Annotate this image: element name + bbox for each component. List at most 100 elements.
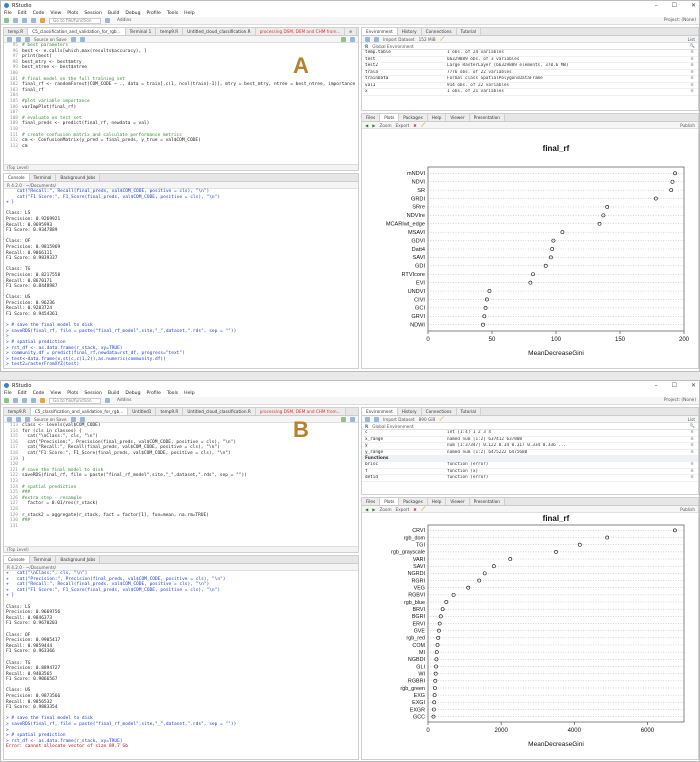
view-icon[interactable]: ⊞ [686,63,698,69]
close-icon[interactable]: ✕ [691,382,696,389]
import-dataset-menu[interactable]: Import Dataset [383,417,415,422]
forward-arrow-icon[interactable]: ▶ [372,507,375,512]
remove-plot-icon[interactable]: ✖ [413,507,417,512]
menu-item-help[interactable]: Help [184,391,194,396]
menu-item-view[interactable]: View [50,11,61,16]
forward-icon[interactable] [16,36,21,42]
global-env-selector[interactable]: R Global Environment 🔍 [362,423,698,430]
env-tab-1[interactable]: History [397,28,422,35]
import-dataset-menu[interactable]: Import Dataset [383,37,415,42]
menu-item-tools[interactable]: Tools [167,11,178,16]
menu-item-debug[interactable]: Debug [125,11,140,16]
save-all-icon[interactable] [31,398,36,403]
source-icon[interactable] [350,416,355,422]
save-workspace-icon[interactable] [374,36,379,42]
source-icon[interactable] [350,36,355,42]
back-icon[interactable] [7,416,12,422]
menu-item-code[interactable]: Code [33,391,45,396]
menu-item-tools[interactable]: Tools [167,391,178,396]
project-menu[interactable]: Project: (None) [664,18,696,23]
menu-item-build[interactable]: Build [108,11,120,16]
plots-tab-2[interactable]: Packages [399,114,428,121]
print-icon[interactable] [40,398,45,403]
plots-tab-1[interactable]: Plots [380,498,400,505]
maximize-icon[interactable]: ☐ [672,382,677,389]
save-icon[interactable] [22,18,27,23]
zoom-button[interactable]: Zoom [379,123,391,128]
addins-menu[interactable]: Addins [117,18,131,23]
save-icon[interactable] [25,36,30,42]
view-icon[interactable]: ⊞ [686,76,698,82]
view-mode-menu[interactable]: List [688,37,695,42]
broom-icon[interactable]: 🧹 [440,36,445,42]
plots-tab-2[interactable]: Packages [399,498,428,505]
view-icon[interactable]: ⊞ [686,450,698,456]
broom-icon[interactable]: 🧹 [421,122,426,128]
back-arrow-icon[interactable]: ◀ [365,123,368,128]
env-tab-2[interactable]: Connections [421,28,457,35]
global-env-selector[interactable]: R Global Environment 🔍 [362,43,698,50]
editor-tab-4[interactable]: Untitled_cloud_classification.R [183,28,256,35]
console-output[interactable]: + cat("\nClass:", cls, "\n") + cat("Preci… [4,571,358,750]
view-icon[interactable]: ⊞ [686,469,698,475]
menu-item-profile[interactable]: Profile [147,391,161,396]
zoom-button[interactable]: Zoom [379,507,391,512]
save-icon[interactable] [22,398,27,403]
editor-tab-5[interactable]: processing DSM, DEM and CHM from... [255,28,346,35]
menu-item-plots[interactable]: Plots [67,391,78,396]
save-all-icon[interactable] [31,18,36,23]
editor-tab-6[interactable]: e [345,28,357,35]
forward-arrow-icon[interactable]: ▶ [372,123,375,128]
export-button[interactable]: Export [396,507,410,512]
plots-tab-4[interactable]: Viewer [446,114,470,121]
editor-tab-2[interactable]: Terminal 1 [125,28,157,35]
publish-button[interactable]: Publish [680,123,695,128]
new-file-icon[interactable] [4,18,9,23]
save-icon[interactable] [25,416,30,422]
project-menu[interactable]: Project: (None) [664,398,696,403]
load-icon[interactable] [365,36,370,42]
console-tab-1[interactable]: Terminal [29,556,57,563]
addins-menu[interactable]: Addins [117,398,131,403]
source-on-save-checkbox[interactable]: Source on Save [34,37,67,42]
env-row[interactable]: detid function (error) ⊞ [362,475,698,482]
broom-icon[interactable]: 🧹 [421,506,426,512]
open-file-icon[interactable] [13,18,18,23]
menu-item-code[interactable]: Code [33,11,45,16]
back-icon[interactable] [7,36,12,42]
editor-tab-1[interactable]: C5_classification_and_validation_for_rgb… [30,408,129,415]
menu-item-help[interactable]: Help [184,11,194,16]
console-tab-2[interactable]: Background Jobs [56,174,101,181]
env-tab-3[interactable]: Tutorial [456,408,481,415]
view-icon[interactable]: ⊞ [686,443,698,449]
grid-icon[interactable] [105,398,110,403]
console-tab-1[interactable]: Terminal [29,174,57,181]
open-file-icon[interactable] [13,398,18,403]
console-tab-0[interactable]: Console [4,174,30,181]
wand-icon[interactable] [79,36,85,42]
menu-item-file[interactable]: File [4,11,12,16]
menu-item-session[interactable]: Session [84,391,102,396]
wand-icon[interactable] [79,416,85,422]
search-icon[interactable]: 🔍 [690,423,695,429]
remove-plot-icon[interactable]: ✖ [413,123,417,128]
menu-item-plots[interactable]: Plots [67,11,78,16]
menu-item-profile[interactable]: Profile [147,11,161,16]
plots-tab-5[interactable]: Presentation [469,114,505,121]
menu-item-build[interactable]: Build [108,391,120,396]
env-tab-1[interactable]: History [397,408,422,415]
plots-tab-4[interactable]: Viewer [446,498,470,505]
minimize-icon[interactable]: – [655,382,658,389]
goto-file-input[interactable]: Go to file/function [49,397,101,404]
plots-tab-3[interactable]: Help [427,114,447,121]
menu-item-file[interactable]: File [4,391,12,396]
view-mode-menu[interactable]: List [688,417,695,422]
goto-file-input[interactable]: Go to file/function [49,17,101,24]
editor-tab-0[interactable]: temp9.R [4,408,31,415]
export-button[interactable]: Export [396,123,410,128]
menu-item-debug[interactable]: Debug [125,391,140,396]
editor-tab-5[interactable]: processing DSM, DEM and CHM from... [255,408,346,415]
plots-tab-0[interactable]: Files [362,498,381,505]
view-icon[interactable]: ⊞ [686,462,698,468]
env-tab-3[interactable]: Tutorial [456,28,481,35]
